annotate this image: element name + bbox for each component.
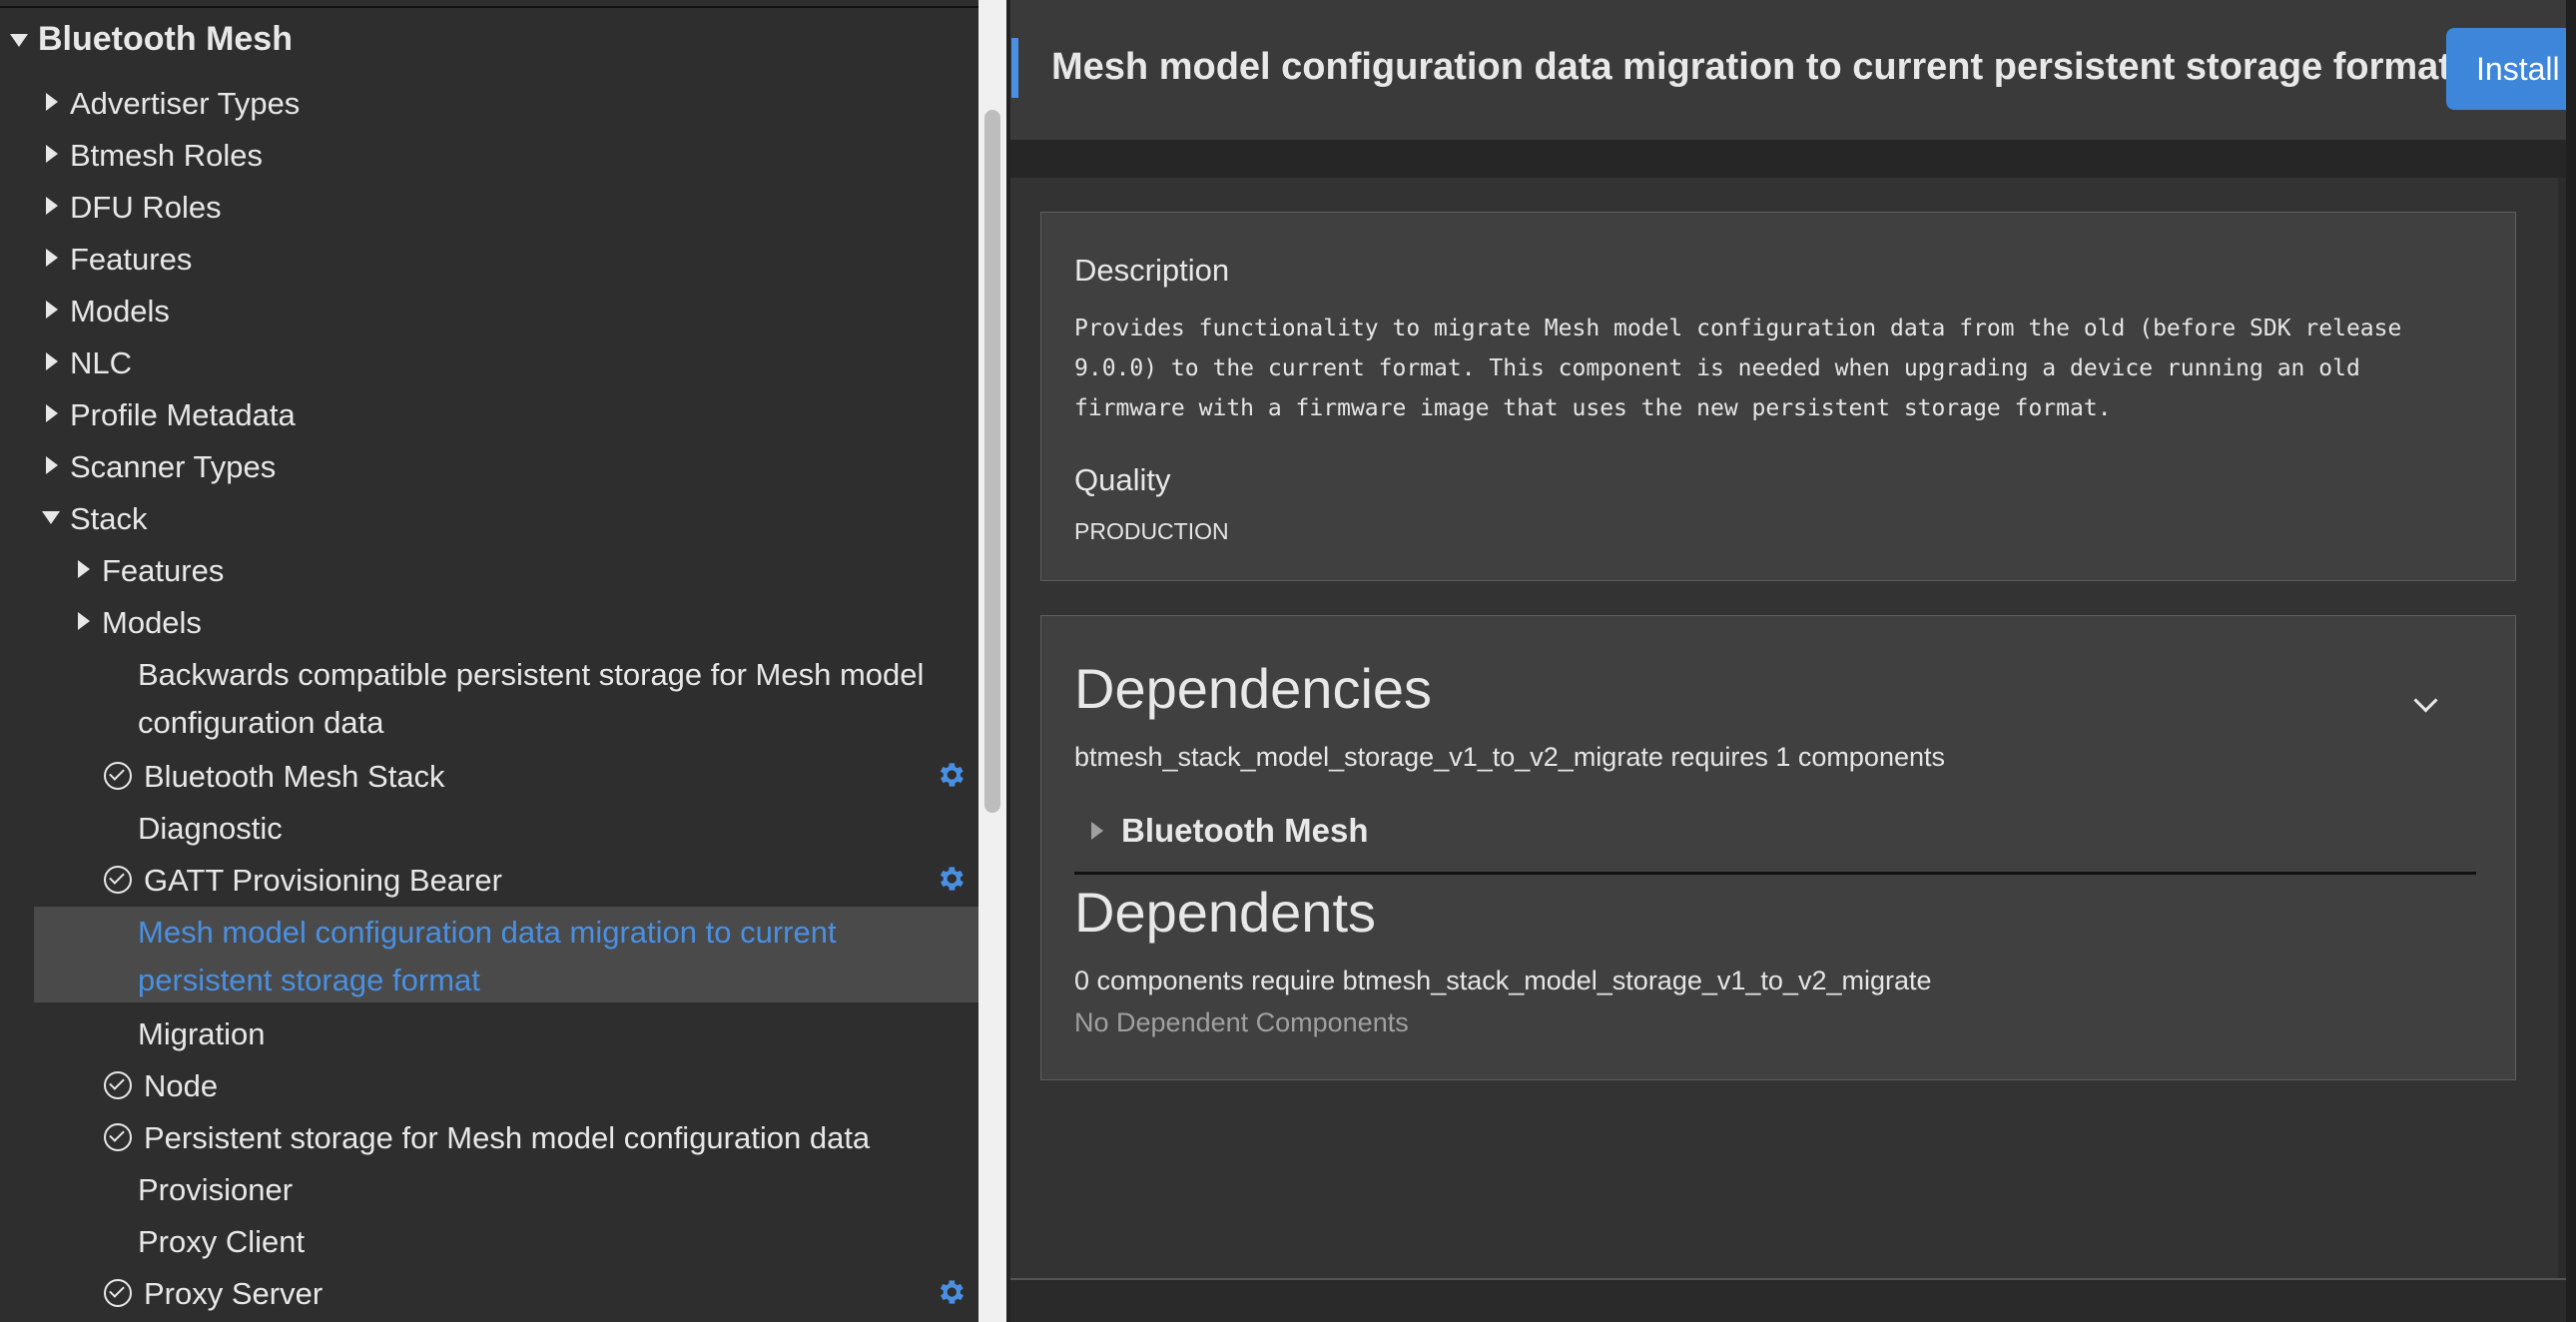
component-label: Backwards compatible persistent storage …	[138, 657, 925, 692]
gear-icon[interactable]	[935, 1276, 966, 1308]
section-divider	[1074, 872, 2476, 875]
component-label-line2: configuration data	[138, 705, 384, 740]
triangle-right-icon[interactable]	[46, 145, 58, 163]
description-line: Provides functionality to migrate Mesh m…	[1074, 316, 2402, 341]
triangle-right-icon[interactable]	[46, 93, 58, 111]
dependencies-heading: Dependencies	[1074, 657, 1433, 720]
component-label: Migration	[138, 1016, 266, 1051]
tree-item-label: Features	[102, 553, 225, 588]
tree-item-label: Btmesh Roles	[70, 138, 263, 173]
description-line: firmware with a firmware image that uses…	[1074, 395, 2112, 421]
check-circle-icon	[104, 762, 132, 790]
triangle-right-icon[interactable]	[46, 249, 58, 267]
description-card: Description Provides functionality to mi…	[1040, 212, 2516, 581]
page-title: Mesh model configuration data migration …	[1051, 46, 2451, 88]
detail-content: Description Provides functionality to mi…	[1010, 178, 2558, 1278]
component-tree: Bluetooth Mesh Advertiser Types Btmesh R…	[0, 0, 978, 1322]
triangle-down-icon[interactable]	[10, 34, 28, 47]
tree-item-label: DFU Roles	[70, 190, 222, 225]
tree-item-label: Models	[70, 294, 170, 329]
triangle-right-icon[interactable]	[46, 301, 58, 319]
check-circle-icon	[104, 1279, 132, 1307]
triangle-right-icon[interactable]	[46, 404, 58, 422]
tree-item-label: Features	[70, 242, 193, 277]
tree-item-label: NLC	[70, 345, 133, 380]
tree-component-backwards-compatible-storage[interactable]: Backwards compatible persistent storage …	[0, 657, 978, 753]
dependents-heading: Dependents	[1074, 881, 1377, 944]
triangle-down-icon[interactable]	[42, 511, 60, 524]
component-label: Mesh model configuration data migration …	[138, 915, 837, 950]
triangle-right-icon[interactable]	[46, 197, 58, 215]
triangle-right-icon[interactable]	[46, 456, 58, 474]
bottom-bar	[1010, 1278, 2566, 1322]
triangle-right-icon[interactable]	[78, 612, 90, 630]
gear-icon[interactable]	[935, 863, 966, 895]
check-circle-icon	[104, 866, 132, 894]
dependencies-summary: btmesh_stack_model_storage_v1_to_v2_migr…	[1074, 742, 1946, 772]
triangle-right-icon[interactable]	[78, 560, 90, 578]
scrollbar-thumb[interactable]	[984, 110, 1000, 813]
component-detail-panel: Mesh model configuration data migration …	[1010, 0, 2576, 1322]
component-label: Provisioner	[138, 1172, 294, 1207]
triangle-right-icon[interactable]	[46, 352, 58, 370]
tree-item-label: Scanner Types	[70, 449, 277, 484]
right-edge-border	[2566, 0, 2576, 1322]
tree-top-border	[0, 6, 978, 8]
install-button[interactable]: Install	[2446, 28, 2576, 110]
quality-value: PRODUCTION	[1074, 518, 1229, 544]
component-label: GATT Provisioning Bearer	[144, 863, 502, 898]
tree-root-label: Bluetooth Mesh	[38, 20, 293, 58]
header-divider	[1010, 140, 2566, 178]
component-label: Persistent storage for Mesh model config…	[144, 1120, 871, 1155]
description-line: 9.0.0) to the current format. This compo…	[1074, 355, 2360, 381]
tree-component-mesh-model-config-migration[interactable]: Mesh model configuration data migration …	[0, 915, 978, 1010]
tree-item-label: Profile Metadata	[70, 397, 296, 432]
tree-item-label: Models	[102, 605, 202, 640]
component-label: Node	[144, 1068, 219, 1103]
tree-item-label: Stack	[70, 501, 148, 536]
component-label-line2: persistent storage format	[138, 963, 480, 997]
tree-item-label: Advertiser Types	[70, 86, 301, 121]
triangle-right-icon[interactable]	[1091, 822, 1103, 840]
header-accent-bar	[1011, 38, 1018, 98]
detail-header: Mesh model configuration data migration …	[1010, 0, 2576, 140]
dependents-summary: 0 components require btmesh_stack_model_…	[1074, 966, 1932, 995]
component-label: Proxy Client	[138, 1224, 306, 1259]
component-label: Diagnostic	[138, 811, 283, 846]
dependency-item-bluetooth-mesh[interactable]: Bluetooth Mesh	[1121, 812, 1368, 850]
component-label: Bluetooth Mesh Stack	[144, 759, 445, 794]
component-label: Proxy Server	[144, 1276, 323, 1311]
description-text: Provides functionality to migrate Mesh m…	[1074, 309, 2492, 428]
no-dependents-text: No Dependent Components	[1074, 1007, 1409, 1037]
chevron-down-icon[interactable]	[2413, 688, 2438, 713]
check-circle-icon	[104, 1071, 132, 1099]
dependencies-card: Dependencies btmesh_stack_model_storage_…	[1040, 615, 2516, 1080]
description-heading: Description	[1074, 253, 1230, 288]
check-circle-icon	[104, 1123, 132, 1151]
tree-scrollbar[interactable]	[978, 0, 1006, 1322]
quality-heading: Quality	[1074, 462, 1171, 497]
gear-icon[interactable]	[935, 759, 966, 791]
